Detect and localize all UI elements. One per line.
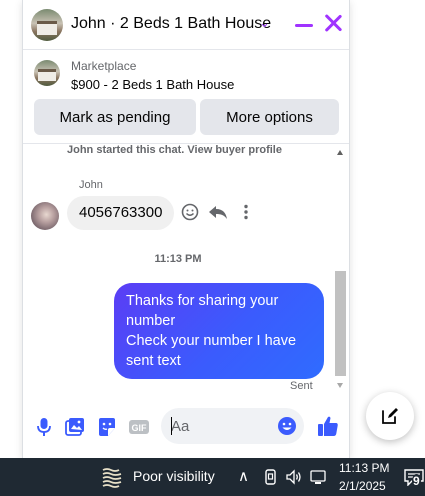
message-timestamp: 11:13 PM — [154, 253, 202, 265]
close-icon[interactable] — [322, 12, 344, 34]
scroll-down-arrow-icon[interactable] — [337, 383, 343, 388]
listing-banner: Marketplace $900 - 2 Beds 1 Bath House M… — [23, 50, 349, 144]
more-vertical-icon[interactable] — [237, 203, 255, 221]
chat-header[interactable]: John · 2 Beds 1 Bath House ⌄ — [23, 0, 349, 50]
volume-icon[interactable] — [285, 468, 303, 486]
listing-title[interactable]: $900 - 2 Beds 1 Bath House — [71, 77, 234, 92]
smiley-react-icon[interactable] — [181, 203, 199, 221]
chat-start-notice[interactable]: John started this chat. View buyer profi… — [67, 144, 282, 156]
network-icon[interactable] — [309, 468, 327, 486]
weather-status[interactable]: Poor visibility — [133, 468, 215, 484]
thumbs-up-icon[interactable] — [316, 414, 340, 438]
outgoing-line: sent text — [126, 353, 181, 369]
clock-time[interactable]: 11:13 PM — [339, 461, 389, 475]
listing-thumbnail[interactable] — [34, 60, 60, 86]
sender-name: John — [79, 179, 103, 191]
notification-count-badge: 9 — [412, 474, 421, 488]
listing-avatar[interactable] — [31, 9, 63, 41]
reply-icon[interactable] — [208, 203, 228, 221]
message-list: John started this chat. View buyer profi… — [23, 144, 349, 396]
minimize-icon[interactable] — [295, 24, 313, 27]
sticker-icon[interactable] — [96, 416, 118, 438]
more-options-button[interactable]: More options — [200, 99, 339, 135]
outgoing-line: Check your number I have — [126, 333, 297, 349]
chat-window: John · 2 Beds 1 Bath House ⌄ Marketplace… — [22, 0, 350, 458]
emoji-icon[interactable] — [277, 416, 297, 436]
outgoing-message[interactable]: Thanks for sharing your number Check you… — [114, 283, 324, 379]
text-caret — [171, 417, 172, 435]
image-icon[interactable] — [64, 416, 86, 438]
mark-as-pending-button[interactable]: Mark as pending — [34, 99, 196, 135]
gif-icon[interactable]: GIF — [128, 416, 150, 438]
fog-weather-icon[interactable] — [100, 466, 124, 488]
compose-icon — [382, 408, 398, 424]
gif-label: GIF — [132, 423, 148, 433]
phone-link-icon[interactable] — [262, 468, 280, 486]
sent-status: Sent — [290, 380, 313, 392]
chevron-down-icon[interactable]: ⌄ — [259, 15, 270, 31]
listing-source: Marketplace — [71, 59, 137, 73]
show-hidden-icons-chevron-icon[interactable]: ∧ — [238, 467, 249, 485]
outgoing-line: Thanks for sharing your — [126, 293, 279, 309]
microphone-icon[interactable] — [33, 416, 55, 438]
message-scrollbar[interactable] — [333, 144, 348, 394]
message-composer: GIF — [23, 396, 349, 458]
outgoing-line: number — [126, 313, 176, 329]
new-message-button[interactable] — [366, 392, 414, 440]
taskbar: Poor visibility ∧ 11:13 PM 2/1/2025 9 — [0, 458, 425, 496]
clock-date[interactable]: 2/1/2025 — [339, 479, 386, 493]
incoming-message[interactable]: 4056763300 — [67, 196, 175, 230]
scroll-up-arrow-icon[interactable] — [337, 150, 343, 155]
avatar[interactable] — [31, 202, 59, 230]
scroll-thumb[interactable] — [335, 271, 346, 376]
chat-title[interactable]: John · 2 Beds 1 Bath House — [71, 15, 271, 33]
